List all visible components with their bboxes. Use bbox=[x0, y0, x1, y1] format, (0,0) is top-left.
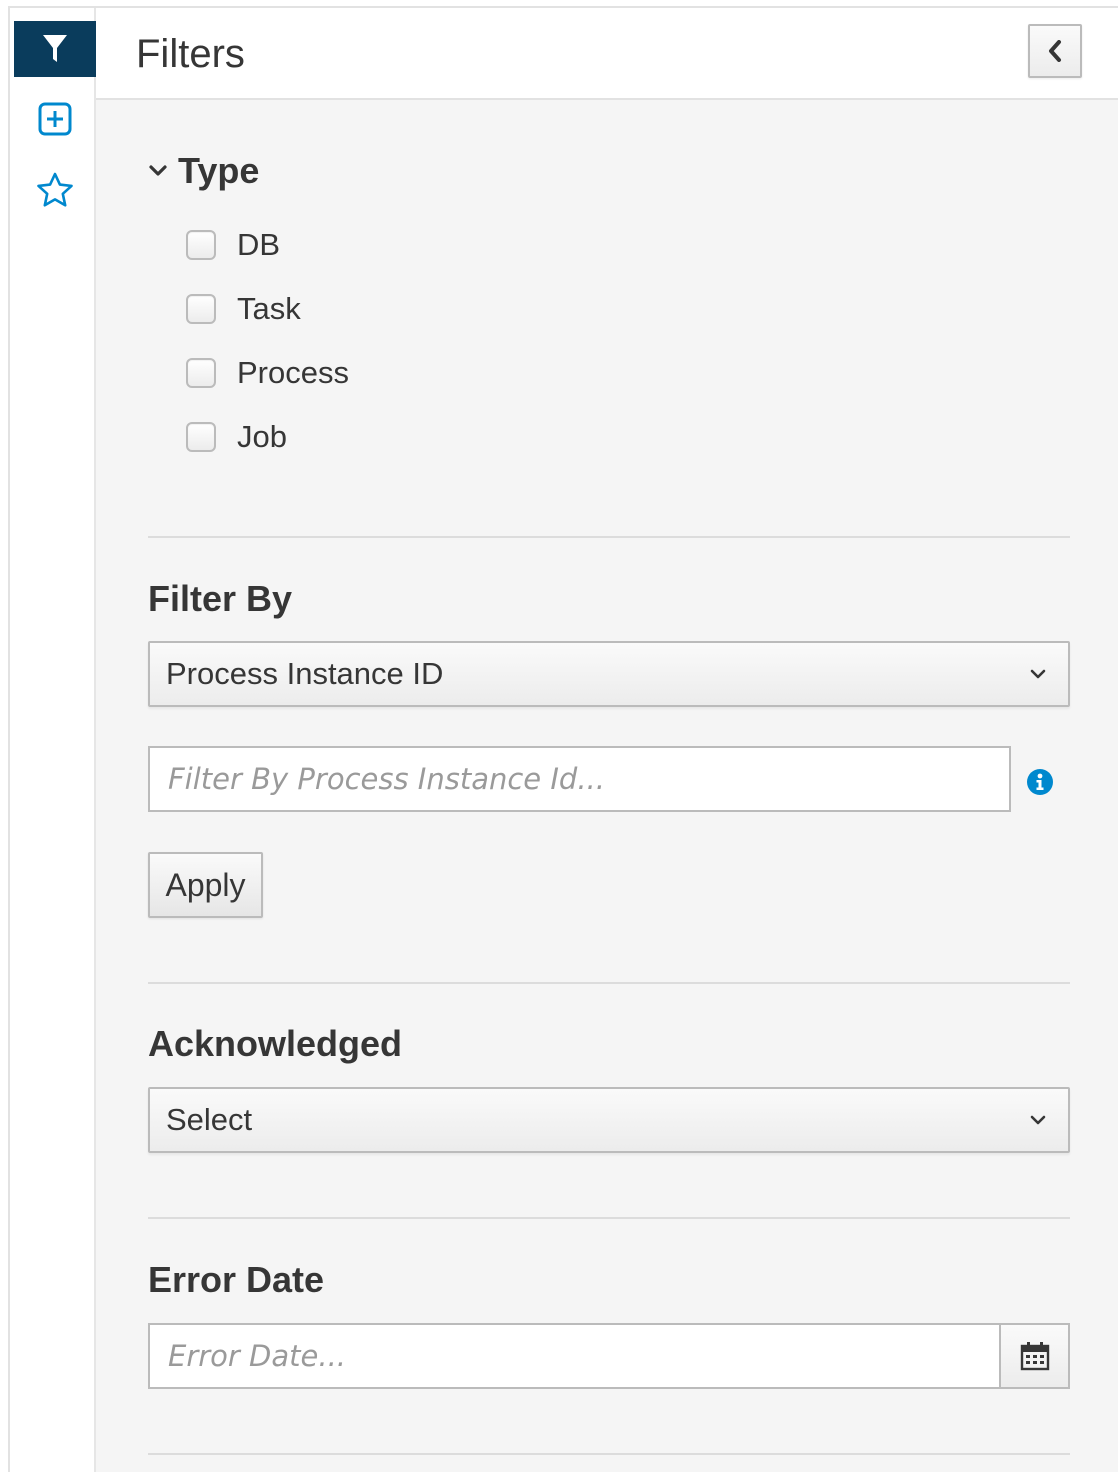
error-date-input[interactable] bbox=[148, 1323, 1001, 1389]
type-option-process[interactable]: Process bbox=[186, 355, 349, 391]
collapse-panel-button[interactable] bbox=[1028, 24, 1082, 78]
checkbox-label: Job bbox=[237, 419, 287, 454]
process-instance-id-input[interactable] bbox=[148, 746, 1011, 812]
left-rail bbox=[10, 8, 96, 1472]
chevron-down-icon bbox=[1008, 667, 1068, 681]
star-icon bbox=[37, 172, 73, 207]
error-date-heading: Error Date bbox=[148, 1259, 325, 1300]
checkbox-label: Task bbox=[237, 291, 301, 326]
panel-title: Filters bbox=[136, 32, 245, 76]
filters-panel-body: Type DB Task Process Job Filter By Proce… bbox=[96, 100, 1118, 1472]
info-icon[interactable] bbox=[1026, 768, 1054, 796]
apply-button[interactable]: Apply bbox=[148, 852, 263, 918]
checkbox-label: DB bbox=[237, 227, 281, 262]
filter-by-heading: Filter By bbox=[148, 578, 293, 619]
acknowledged-heading: Acknowledged bbox=[148, 1023, 403, 1064]
plus-square-icon bbox=[38, 102, 72, 136]
chevron-down-icon bbox=[149, 165, 167, 176]
section-divider bbox=[148, 1453, 1070, 1455]
task-checkbox[interactable] bbox=[186, 294, 216, 324]
rail-add-button[interactable] bbox=[14, 92, 96, 146]
type-section-label: Type bbox=[178, 150, 260, 191]
chevron-down-icon bbox=[1008, 1113, 1068, 1127]
type-option-job[interactable]: Job bbox=[186, 419, 287, 455]
process-checkbox[interactable] bbox=[186, 358, 216, 388]
filter-icon bbox=[43, 35, 67, 62]
section-divider bbox=[148, 982, 1070, 984]
calendar-button[interactable] bbox=[999, 1323, 1070, 1389]
chevron-left-icon bbox=[1049, 40, 1061, 62]
filters-panel-header: Filters bbox=[96, 8, 1118, 100]
type-option-task[interactable]: Task bbox=[186, 291, 301, 327]
job-checkbox[interactable] bbox=[186, 422, 216, 452]
acknowledged-select[interactable]: Select bbox=[148, 1087, 1070, 1153]
filter-by-select[interactable]: Process Instance ID bbox=[148, 641, 1070, 707]
rail-favorites-button[interactable] bbox=[14, 160, 96, 220]
type-option-db[interactable]: DB bbox=[186, 227, 280, 263]
acknowledged-selected-value: Select bbox=[166, 1102, 253, 1137]
type-section-toggle[interactable]: Type bbox=[148, 150, 259, 192]
checkbox-label: Process bbox=[237, 355, 349, 390]
section-divider bbox=[148, 536, 1070, 538]
rail-filter-button[interactable] bbox=[14, 21, 96, 77]
filter-by-selected-value: Process Instance ID bbox=[166, 656, 444, 691]
calendar-icon bbox=[1020, 1342, 1049, 1371]
section-divider bbox=[148, 1217, 1070, 1219]
db-checkbox[interactable] bbox=[186, 230, 216, 260]
